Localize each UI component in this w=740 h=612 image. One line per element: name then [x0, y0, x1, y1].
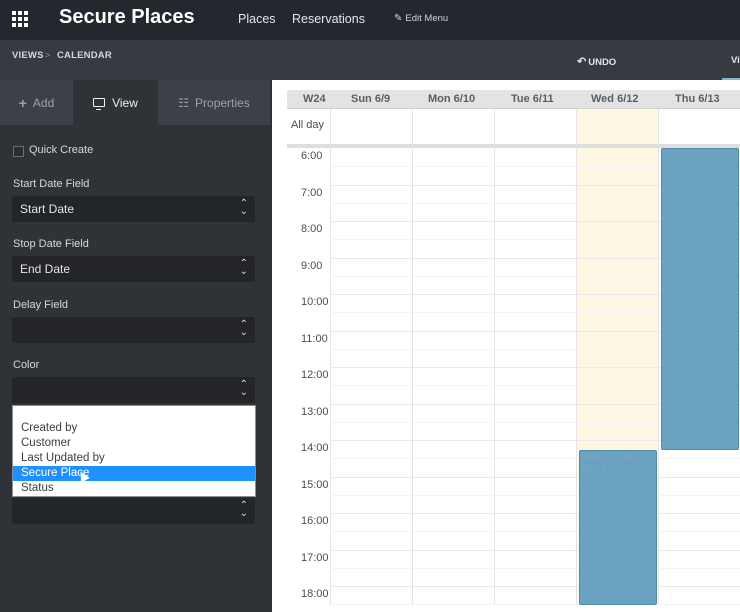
- half-hour-line: [330, 604, 740, 606]
- top-navbar: Secure Places Places Reservations ✎ Edit …: [0, 0, 740, 40]
- start-date-field-select[interactable]: Start Date ⌃ ⌄: [12, 196, 255, 222]
- time-label: 15:00: [301, 478, 329, 491]
- select-arrows-icon: ⌃ ⌄: [239, 319, 248, 338]
- start-date-field-value: Start Date: [20, 202, 75, 216]
- breadcrumb-separator: >: [45, 50, 51, 60]
- half-hour-line: [330, 458, 740, 460]
- breadcrumb-calendar: CALENDAR: [57, 50, 112, 61]
- half-hour-line: [330, 531, 740, 533]
- time-label: 7:00: [301, 186, 323, 199]
- calendar-event-thu[interactable]: [661, 148, 739, 450]
- tab-add[interactable]: + Add: [0, 80, 73, 125]
- select-arrows-icon: ⌃ ⌄: [239, 500, 248, 519]
- nav-reservations[interactable]: Reservations: [292, 12, 365, 26]
- calendar-event-wed[interactable]: [579, 450, 657, 605]
- tab-properties[interactable]: ☷ Properties: [158, 80, 270, 125]
- start-date-field-label: Start Date Field: [13, 178, 90, 190]
- color-field-dropdown-list: Created by Customer Last Updated by Secu…: [12, 405, 256, 497]
- sidebar-tabs: + Add View ☷ Properties: [0, 80, 270, 125]
- day-header-thu[interactable]: Thu 6/13: [675, 93, 720, 105]
- event-wed-text: 13:30 - 14:30 Res. 1: [582, 452, 632, 472]
- day-header-wed[interactable]: Wed 6/12: [591, 93, 639, 105]
- quick-create-label: Quick Create: [29, 144, 94, 156]
- half-hour-line: [330, 567, 740, 569]
- select-arrows-icon: ⌃ ⌄: [239, 198, 248, 217]
- color-field-label: Color: [13, 359, 40, 371]
- time-label: 8:00: [301, 223, 323, 235]
- app-title: Secure Places: [59, 6, 195, 28]
- time-label: 17:00: [301, 551, 329, 564]
- properties-icon: ☷: [178, 95, 190, 110]
- undo-icon: ↶: [577, 56, 587, 68]
- tab-view-label: View: [112, 95, 138, 110]
- hour-line: [330, 513, 740, 514]
- pencil-icon: ✎: [394, 13, 403, 24]
- edit-menu-link[interactable]: ✎ Edit Menu: [394, 13, 448, 24]
- undo-label: UNDO: [588, 57, 617, 68]
- time-label: 11:00: [301, 332, 328, 345]
- day-header-sun[interactable]: Sun 6/9: [351, 93, 390, 105]
- select-arrows-icon: ⌃ ⌄: [239, 258, 248, 277]
- monitor-icon: [93, 98, 106, 110]
- event-title-text: Res. 1: [582, 462, 607, 472]
- undo-button[interactable]: ↶ UNDO: [577, 55, 616, 68]
- edit-menu-label: Edit Menu: [405, 13, 449, 24]
- delay-field-label: Delay Field: [13, 299, 69, 311]
- breadcrumb-views[interactable]: VIEWS: [12, 50, 44, 61]
- stop-date-field-select[interactable]: End Date ⌃ ⌄: [12, 256, 255, 282]
- stop-date-field-value: End Date: [20, 262, 71, 276]
- hour-line: [330, 586, 740, 587]
- day-header-mon[interactable]: Mon 6/10: [428, 93, 475, 105]
- time-label: 10:00: [301, 296, 329, 308]
- tab-view[interactable]: View: [73, 80, 158, 125]
- delay-field-select[interactable]: ⌃ ⌄: [12, 317, 255, 343]
- time-label: 9:00: [301, 259, 323, 272]
- stop-date-field-label: Stop Date Field: [13, 238, 89, 250]
- week-number: W24: [303, 93, 326, 105]
- extra-field-select[interactable]: ⌃ ⌄: [12, 498, 255, 524]
- nav-places[interactable]: Places: [238, 12, 276, 26]
- dropdown-option-customer[interactable]: Customer: [13, 436, 255, 451]
- time-label: 13:00: [301, 405, 329, 418]
- time-label: 12:00: [301, 369, 329, 381]
- half-hour-line: [330, 494, 740, 496]
- view-tab-partial[interactable]: Vi: [731, 55, 740, 66]
- dropdown-option-last-updated-by[interactable]: Last Updated by: [13, 451, 255, 466]
- tab-properties-label: Properties: [195, 95, 250, 110]
- tab-add-label: Add: [32, 95, 55, 110]
- time-label: 16:00: [301, 515, 329, 527]
- time-label: 6:00: [301, 150, 323, 162]
- calendar-header-row: W24 Sun 6/9 Mon 6/10 Tue 6/11 Wed 6/12 T…: [287, 90, 740, 109]
- event-time-text: 13:30 - 14:30: [582, 452, 633, 462]
- hour-line: [330, 476, 740, 478]
- dropdown-option-status[interactable]: Status: [13, 481, 255, 496]
- grid-apps-icon[interactable]: [12, 11, 28, 27]
- dropdown-option-secure-place[interactable]: Secure Place: [13, 466, 255, 481]
- quick-create-checkbox[interactable]: [13, 146, 24, 157]
- time-label: 18:00: [301, 588, 329, 600]
- time-label: 14:00: [301, 442, 329, 454]
- color-field-select[interactable]: ⌃ ⌄: [12, 377, 255, 403]
- plus-icon: +: [18, 94, 27, 111]
- view-editor-sidebar: + Add View ☷ Properties: [0, 80, 270, 612]
- dropdown-option-created-by[interactable]: Created by: [13, 421, 255, 436]
- breadcrumb-bar: VIEWS > CALENDAR ↶ UNDO Vi: [0, 40, 740, 80]
- hour-line: [330, 549, 740, 551]
- all-day-label: All day: [291, 119, 325, 131]
- select-arrows-icon: ⌃ ⌄: [239, 379, 248, 398]
- day-header-tue[interactable]: Tue 6/11: [511, 93, 554, 105]
